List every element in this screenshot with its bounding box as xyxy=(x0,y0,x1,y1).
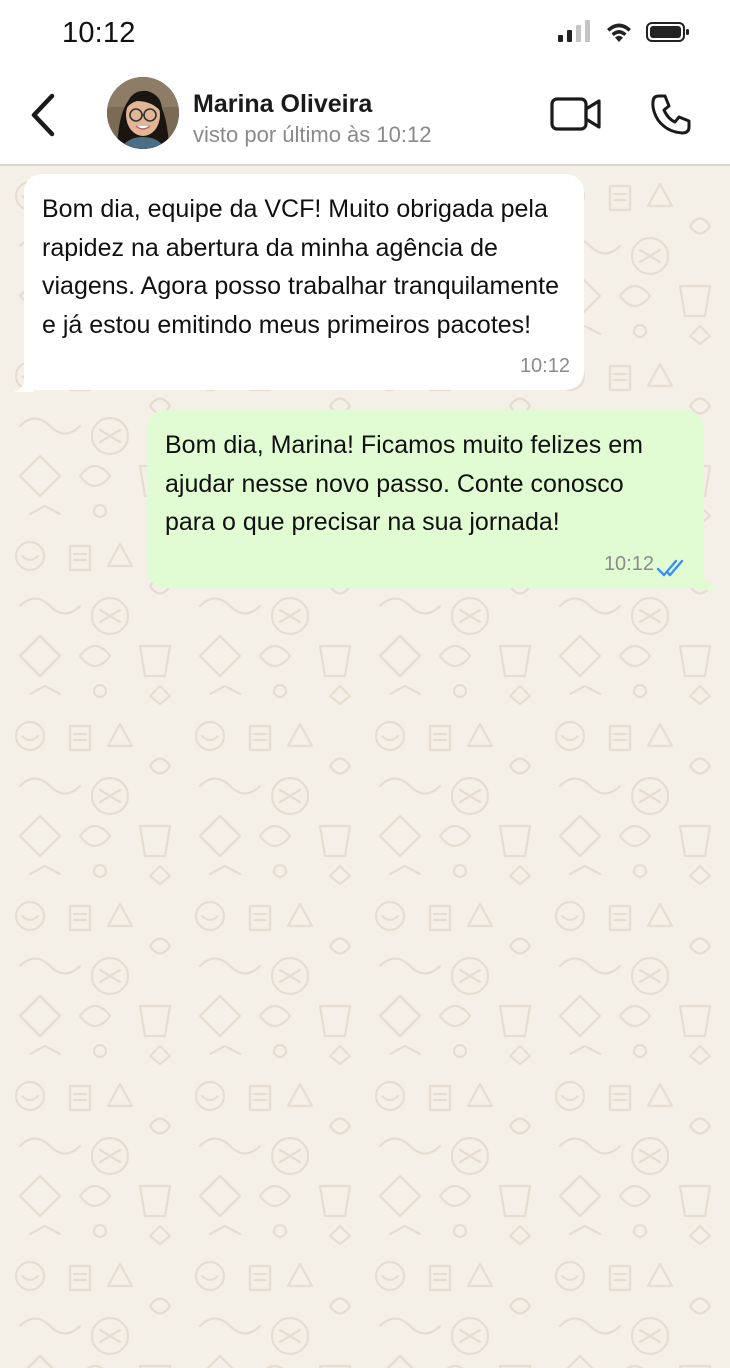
chat-header: Marina Oliveira visto por último às 10:1… xyxy=(0,68,730,166)
incoming-message-text: Bom dia, equipe da VCF! Muito obrigada p… xyxy=(42,195,559,339)
battery-icon xyxy=(646,22,689,42)
incoming-message-time: 10:12 xyxy=(519,354,570,377)
contact-name[interactable]: Marina Oliveira xyxy=(193,90,372,119)
last-seen-status: visto por último às 10:12 xyxy=(193,122,432,147)
signal-icon xyxy=(558,20,590,42)
chat-area[interactable]: Bom dia, equipe da VCF! Muito obrigada p… xyxy=(0,166,730,1368)
avatar-image xyxy=(107,77,179,149)
outgoing-message-time: 10:12 xyxy=(603,552,654,575)
read-receipt-icon xyxy=(656,559,684,577)
outgoing-message-bubble[interactable]: Bom dia, Marina! Ficamos muito felizes e… xyxy=(147,410,704,588)
status-time: 10:12 xyxy=(62,17,136,49)
video-call-icon[interactable] xyxy=(549,94,603,134)
status-icons xyxy=(558,20,690,44)
back-arrow-icon[interactable] xyxy=(26,90,62,140)
avatar[interactable] xyxy=(107,77,179,149)
incoming-message-bubble[interactable]: Bom dia, equipe da VCF! Muito obrigada p… xyxy=(24,174,584,390)
status-bar: 10:12 xyxy=(0,0,730,68)
phone-call-icon[interactable] xyxy=(649,92,693,136)
outgoing-message-text: Bom dia, Marina! Ficamos muito felizes e… xyxy=(165,431,643,536)
wifi-icon xyxy=(607,23,631,42)
